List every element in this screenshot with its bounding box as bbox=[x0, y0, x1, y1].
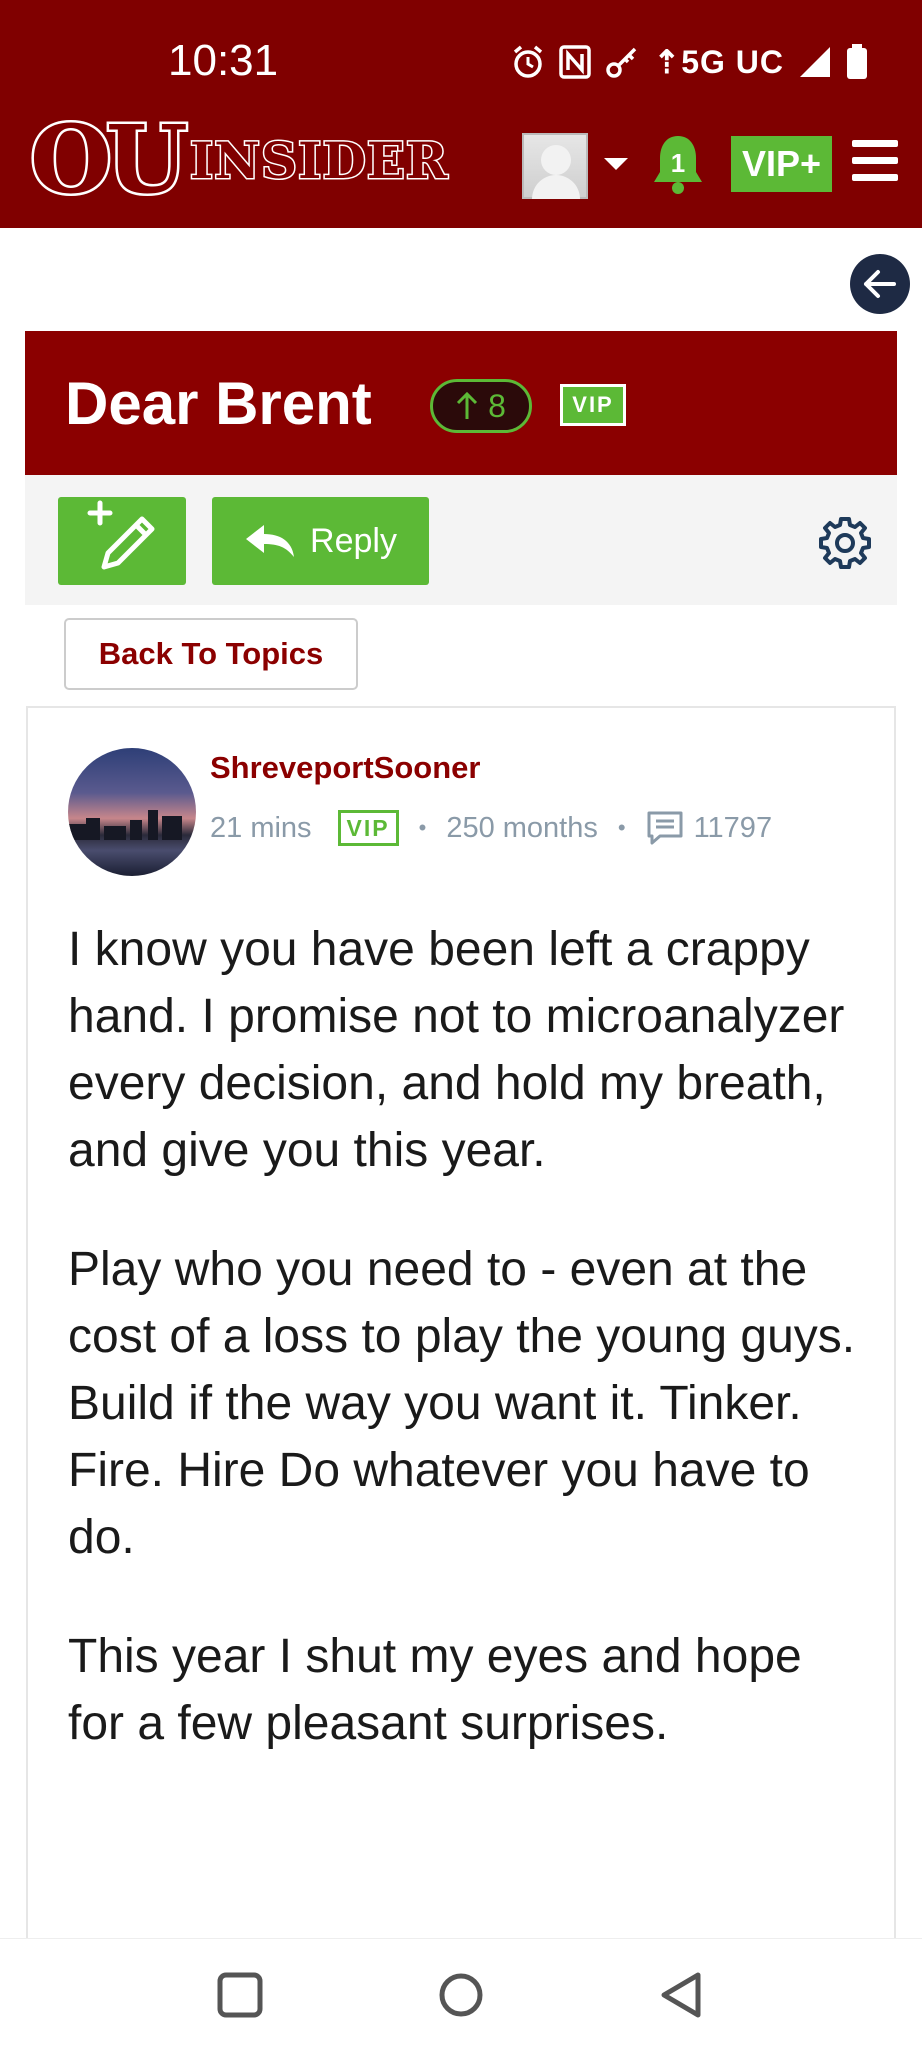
post-body: I know you have been left a crappy hand.… bbox=[68, 916, 868, 1809]
post-card: ShreveportSooner 21 mins VIP • 250 month… bbox=[26, 706, 896, 1996]
upvote-button[interactable]: 8 bbox=[430, 379, 532, 433]
upvote-count: 8 bbox=[488, 387, 506, 424]
recents-icon[interactable] bbox=[212, 1967, 268, 2023]
reply-arrow-icon bbox=[246, 525, 295, 557]
notification-count: 1 bbox=[671, 148, 685, 178]
meta-separator: • bbox=[617, 815, 626, 840]
logo-ou-text: OU bbox=[28, 105, 191, 215]
comment-icon bbox=[647, 811, 683, 845]
back-to-topics-button[interactable]: Back To Topics bbox=[64, 618, 358, 690]
back-arrow-button[interactable] bbox=[850, 254, 910, 314]
signal-icon bbox=[800, 47, 830, 77]
post-paragraph: This year I shut my eyes and hope for a … bbox=[68, 1630, 802, 1750]
meta-separator: • bbox=[418, 815, 427, 840]
post-paragraph: I know you have been left a crappy hand.… bbox=[68, 923, 845, 1177]
notification-bell-icon[interactable]: 1 bbox=[650, 132, 706, 196]
author-vip-badge: VIP bbox=[337, 810, 399, 846]
post-meta: 21 mins VIP • 250 months • 11797 bbox=[210, 808, 772, 848]
back-icon[interactable] bbox=[654, 1967, 710, 2023]
new-topic-button[interactable] bbox=[58, 497, 186, 585]
user-avatar[interactable] bbox=[522, 133, 588, 199]
reply-label: Reply bbox=[310, 521, 397, 560]
status-icons: ⇡5G UC bbox=[511, 40, 868, 84]
gear-icon[interactable] bbox=[817, 515, 873, 571]
ou-insider-logo[interactable]: OU INSIDER bbox=[28, 105, 449, 215]
app-header: 10:31 ⇡5G UC OU INSIDER 1 VIP+ bbox=[0, 0, 922, 228]
membership-duration: 250 months bbox=[446, 811, 598, 844]
post-time: 21 mins bbox=[210, 811, 312, 844]
logo-insider-text: INSIDER bbox=[188, 129, 449, 191]
thread-toolbar: Reply bbox=[25, 475, 897, 605]
nfc-icon bbox=[559, 45, 592, 79]
post-count: 11797 bbox=[693, 811, 773, 844]
post-paragraph: Play who you need to - even at the cost … bbox=[68, 1243, 856, 1564]
system-nav-bar bbox=[0, 1938, 922, 2048]
thread-title-bar: Dear Brent 8 VIP bbox=[25, 331, 897, 475]
network-label: ⇡5G UC bbox=[653, 44, 784, 80]
battery-icon bbox=[847, 44, 867, 79]
arrow-left-icon bbox=[864, 270, 896, 298]
status-time: 10:31 bbox=[168, 36, 279, 85]
network-type: 5G UC bbox=[681, 44, 784, 80]
arrow-up-icon bbox=[457, 391, 478, 419]
thread-title: Dear Brent bbox=[65, 370, 372, 437]
author-avatar[interactable] bbox=[68, 748, 196, 876]
menu-icon[interactable] bbox=[852, 140, 898, 182]
vip-badge: VIP bbox=[560, 384, 626, 426]
vip-plus-button[interactable]: VIP+ bbox=[731, 136, 832, 192]
home-icon[interactable] bbox=[433, 1967, 489, 2023]
alarm-icon bbox=[514, 45, 543, 78]
vpn-key-icon bbox=[606, 47, 637, 78]
edit-pencil-icon bbox=[87, 500, 155, 570]
post-author[interactable]: ShreveportSooner bbox=[210, 750, 480, 786]
reply-button[interactable]: Reply bbox=[212, 497, 429, 585]
chevron-down-icon[interactable] bbox=[604, 158, 628, 170]
